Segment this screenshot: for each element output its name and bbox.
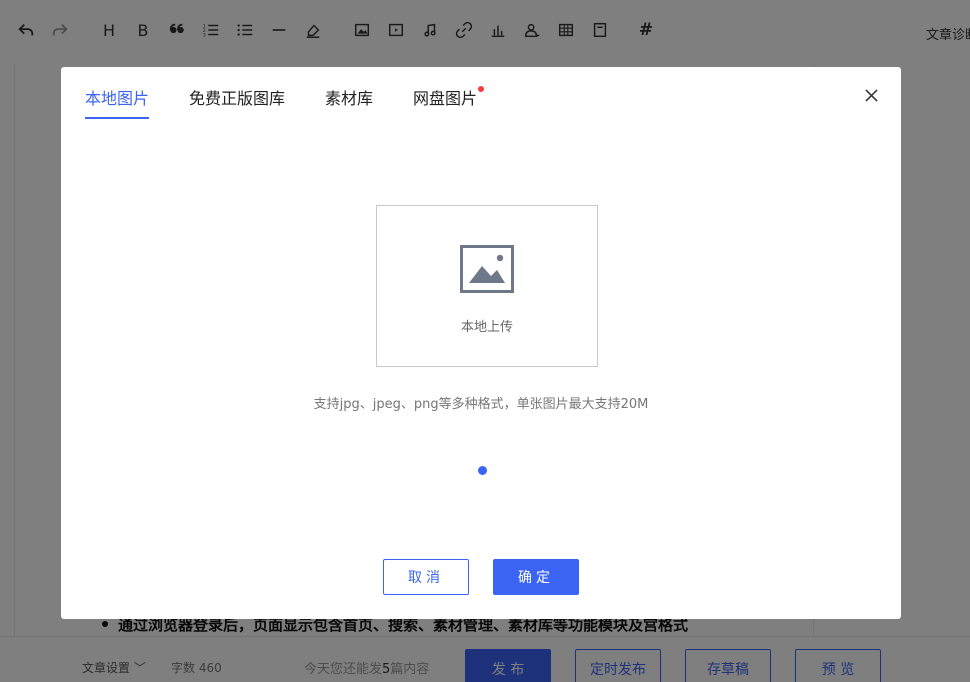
new-badge-dot: [478, 86, 485, 92]
confirm-button[interactable]: 确定: [493, 559, 579, 595]
close-button[interactable]: [861, 85, 881, 105]
tab-cloud-drive-image[interactable]: 网盘图片: [413, 86, 485, 121]
tab-local-image[interactable]: 本地图片: [85, 87, 150, 121]
tab-free-stock-library[interactable]: 免费正版图库: [189, 87, 285, 121]
close-icon: [864, 88, 878, 102]
image-placeholder-icon: [460, 245, 514, 293]
upload-label: 本地上传: [460, 320, 513, 335]
tab-material-library[interactable]: 素材库: [325, 87, 373, 121]
loading-indicator: [478, 466, 487, 475]
cancel-button[interactable]: 取消: [383, 559, 469, 595]
upload-format-hint: 支持jpg、jpeg、png等多种格式，单张图片最大支持20M: [313, 397, 649, 412]
local-upload-box[interactable]: 本地上传: [376, 205, 598, 367]
image-upload-modal: 本地图片 免费正版图库 素材库 网盘图片 本地上传 支持jpg、jpeg、png…: [61, 67, 901, 619]
modal-tabs: 本地图片 免费正版图库 素材库 网盘图片: [85, 86, 517, 121]
